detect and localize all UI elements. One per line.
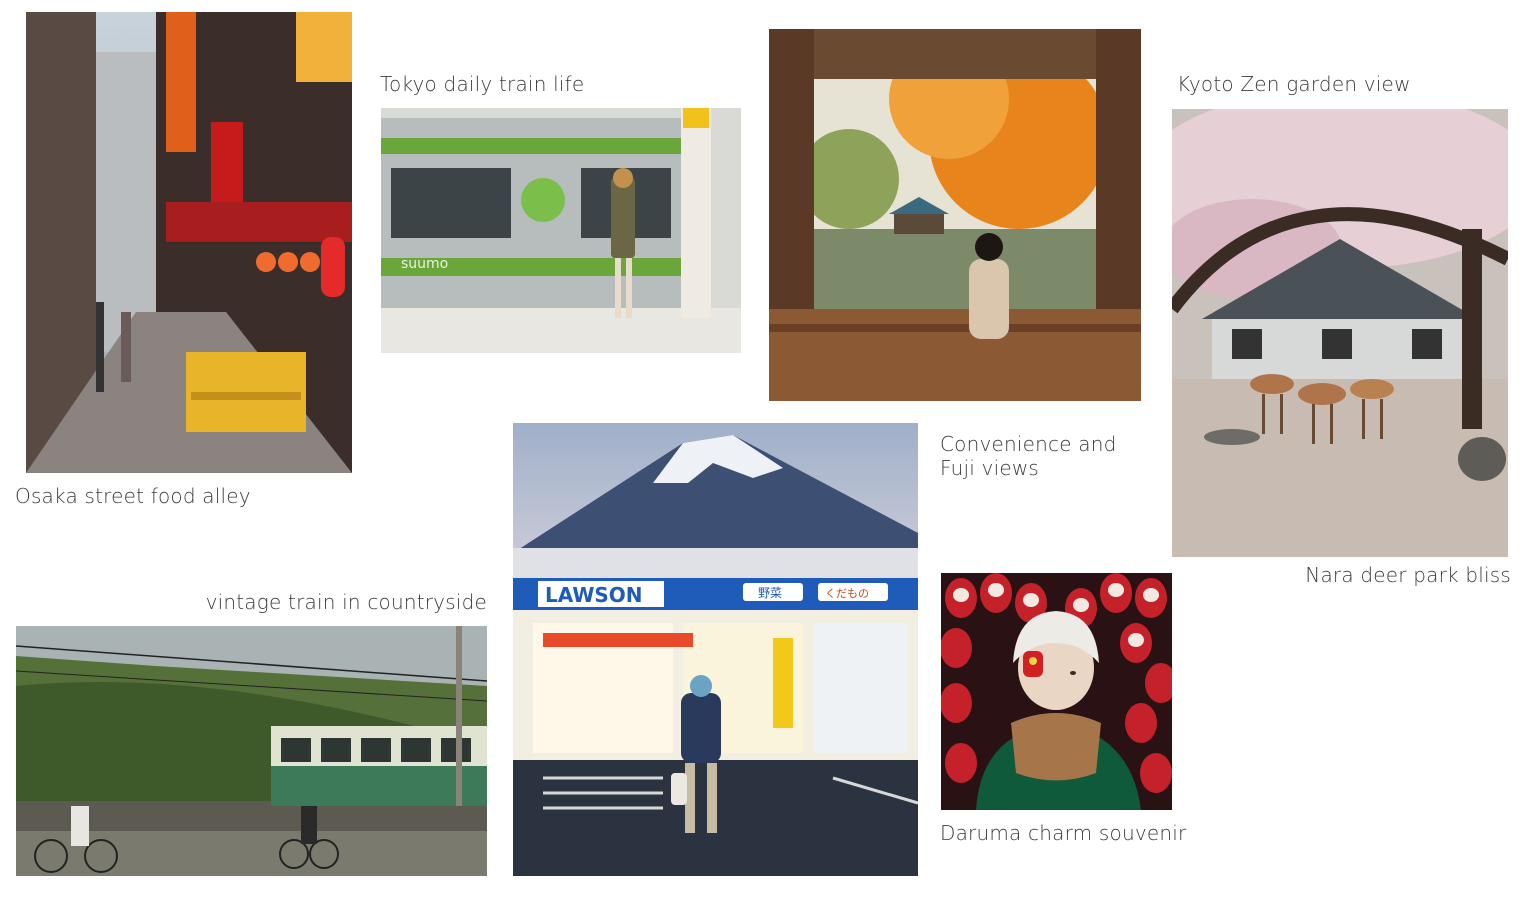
caption-daruma: Daruma charm souvenir <box>940 821 1187 845</box>
daruma-photo[interactable] <box>941 573 1172 810</box>
kudamono-sign-text: くだもの <box>825 587 869 600</box>
caption-kyoto: Kyoto Zen garden view <box>1177 72 1411 96</box>
caption-vintage: vintage train in countryside <box>205 590 487 614</box>
vintage-train-photo[interactable] <box>16 626 487 876</box>
caption-osaka: Osaka street food alley <box>15 484 251 508</box>
caption-tokyo: Tokyo daily train life <box>380 72 585 96</box>
suumo-ad-text: suumo <box>401 256 448 272</box>
caption-convenience: Convenience and Fuji views <box>940 432 1117 480</box>
lawson-fuji-photo[interactable]: LAWSON 野菜 くだもの <box>513 423 918 876</box>
osaka-street-photo[interactable] <box>26 12 352 473</box>
yasai-sign-text: 野菜 <box>758 586 782 600</box>
nara-deer-photo[interactable] <box>1172 109 1508 557</box>
autumn-garden-photo[interactable] <box>769 29 1141 401</box>
tokyo-train-photo[interactable]: suumo <box>381 108 741 353</box>
lawson-sign-text: LAWSON <box>545 583 643 607</box>
caption-nara: Nara deer park bliss <box>1305 563 1511 587</box>
